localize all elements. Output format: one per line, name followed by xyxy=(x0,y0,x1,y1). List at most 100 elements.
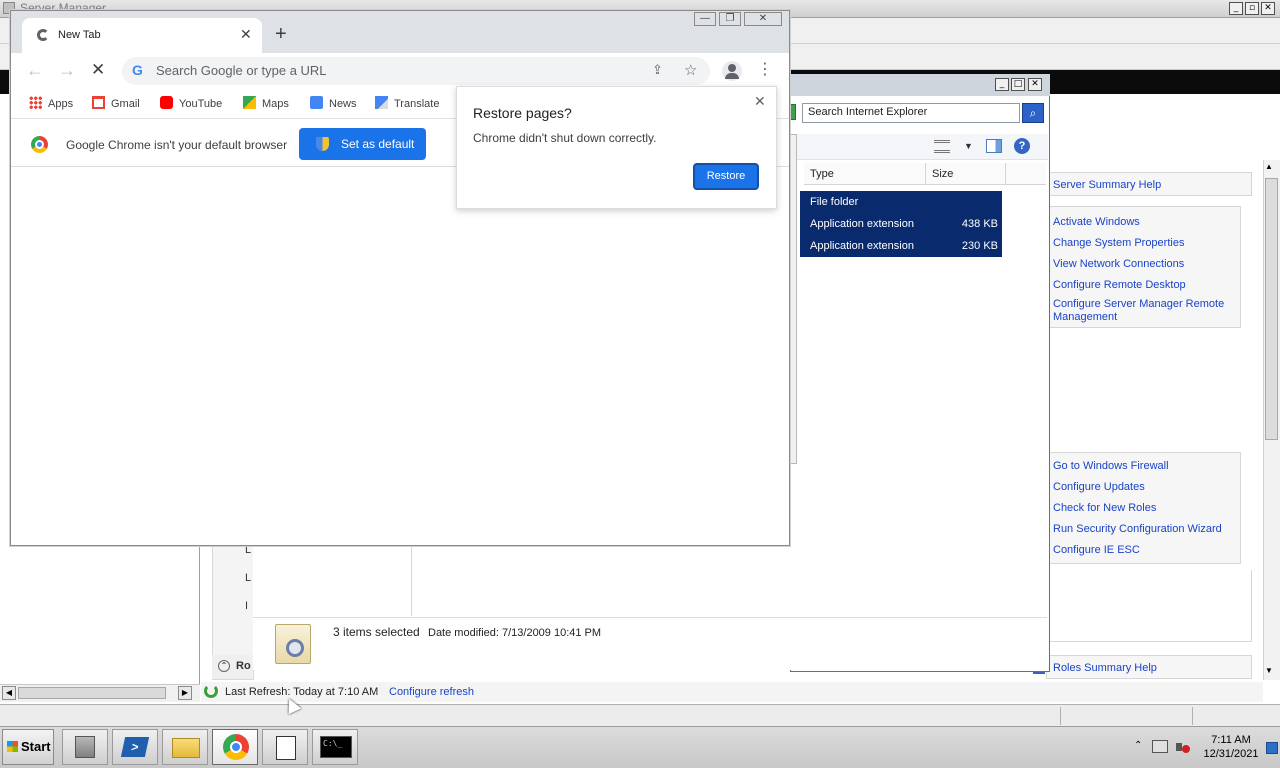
server-manager-statusbar xyxy=(0,704,1280,726)
bookmark-gmail[interactable]: Gmail xyxy=(92,96,140,110)
chrome-minimize-button[interactable]: — xyxy=(694,12,716,26)
close-window-button[interactable]: ✕ xyxy=(1261,2,1275,15)
chrome-close-button[interactable]: ✕ xyxy=(744,12,782,26)
scroll-up-icon[interactable]: ▲ xyxy=(1265,162,1273,171)
windows-firewall-link[interactable]: Go to Windows Firewall xyxy=(1053,460,1169,472)
roles-section-header[interactable]: ⌃ Ro xyxy=(212,655,252,679)
omnibox-placeholder: Search Google or type a URL xyxy=(156,63,327,78)
configure-updates-link[interactable]: Configure Updates xyxy=(1053,481,1145,493)
taskbar-chrome[interactable] xyxy=(212,729,258,765)
column-header-size[interactable]: Size xyxy=(926,163,1006,185)
scroll-down-icon[interactable]: ▼ xyxy=(1265,666,1273,675)
taskbar-cmd[interactable]: C:\_ xyxy=(312,729,358,765)
scroll-thumb[interactable] xyxy=(1265,178,1278,440)
youtube-icon xyxy=(160,96,173,109)
minimize-button[interactable]: _ xyxy=(1229,2,1243,15)
configure-remote-management-link[interactable]: Configure Server Manager Remote xyxy=(1053,298,1224,310)
chrome-icon xyxy=(223,734,249,760)
activate-windows-link[interactable]: Activate Windows xyxy=(1053,216,1140,228)
bookmark-news[interactable]: News xyxy=(310,96,357,110)
check-new-roles-link[interactable]: Check for New Roles xyxy=(1053,502,1156,514)
set-default-label: Set as default xyxy=(341,137,415,151)
configure-refresh-link[interactable]: Configure refresh xyxy=(389,686,474,698)
roles-section-label: Ro xyxy=(236,660,251,672)
folder-icon xyxy=(172,738,200,758)
google-g-icon: G xyxy=(132,62,143,78)
restore-title: Restore pages? xyxy=(473,105,572,121)
collapse-icon[interactable]: ⌃ xyxy=(218,660,230,672)
date-modified: Date modified: 7/13/2009 10:41 PM xyxy=(428,627,602,639)
restore-window-button[interactable]: ▫ xyxy=(1245,2,1259,15)
explorer-close-button[interactable]: ✕ xyxy=(1028,78,1042,91)
profile-avatar-icon[interactable] xyxy=(722,61,742,81)
explorer-search-input[interactable]: Search Internet Explorer xyxy=(802,103,1020,123)
kebab-menu-icon[interactable]: ⋮ xyxy=(757,60,773,80)
column-header-type[interactable]: Type xyxy=(804,163,926,185)
omnibox[interactable]: G Search Google or type a URL ⇪ ☆ xyxy=(122,57,710,85)
file-row[interactable]: File folder xyxy=(800,191,1002,213)
chevron-down-icon[interactable]: ▼ xyxy=(964,141,973,151)
chrome-restore-button[interactable]: ❐ xyxy=(719,12,741,26)
forward-arrow-icon[interactable]: → xyxy=(58,60,76,80)
scroll-left-button[interactable]: ◀ xyxy=(2,686,16,700)
network-icon[interactable] xyxy=(1152,740,1168,753)
taskbar-event-viewer[interactable] xyxy=(262,729,308,765)
system-clock[interactable]: 7:11 AM 12/31/2021 xyxy=(1196,733,1266,761)
file-type: File folder xyxy=(810,196,859,208)
windows-logo-icon xyxy=(7,741,18,752)
set-default-button[interactable]: Set as default xyxy=(299,128,426,160)
bookmark-star-icon[interactable]: ☆ xyxy=(684,61,697,79)
summary-panel-border xyxy=(1046,570,1252,642)
bookmark-translate[interactable]: Translate xyxy=(375,96,439,110)
show-desktop-icon[interactable] xyxy=(1266,742,1278,754)
restore-button[interactable]: Restore xyxy=(693,163,759,190)
change-system-properties-link[interactable]: Change System Properties xyxy=(1053,237,1184,249)
file-row[interactable]: Application extension 438 KB xyxy=(800,213,1002,235)
server-summary-help-link[interactable]: Server Summary Help xyxy=(1053,179,1161,191)
tab-title: New Tab xyxy=(58,29,101,41)
powershell-icon: > xyxy=(120,737,150,757)
bookmark-apps[interactable]: Apps xyxy=(29,96,73,110)
configure-remote-desktop-link[interactable]: Configure Remote Desktop xyxy=(1053,279,1186,291)
clock-time: 7:11 AM xyxy=(1211,734,1251,746)
news-icon xyxy=(310,96,323,109)
security-wizard-link[interactable]: Run Security Configuration Wizard xyxy=(1053,523,1222,535)
scroll-right-button[interactable]: ▶ xyxy=(178,686,192,700)
taskbar-explorer[interactable] xyxy=(162,729,208,765)
clock-date: 12/31/2021 xyxy=(1203,748,1259,760)
start-button[interactable]: Start xyxy=(2,729,54,765)
roles-summary-help-link[interactable]: Roles Summary Help xyxy=(1053,662,1157,674)
configure-ie-esc-link[interactable]: Configure IE ESC xyxy=(1053,544,1140,556)
cmd-icon: C:\_ xyxy=(320,736,352,758)
file-size: 230 KB xyxy=(961,240,998,252)
tree-horizontal-scrollbar[interactable]: ◀ ▶ xyxy=(0,684,200,702)
view-network-connections-link[interactable]: View Network Connections xyxy=(1053,258,1184,270)
taskbar-server-manager[interactable] xyxy=(62,729,108,765)
show-hidden-icons-icon[interactable]: ⌃ xyxy=(1134,740,1142,751)
tree-letter: L xyxy=(245,572,252,584)
search-icon[interactable]: ⌕ xyxy=(1022,103,1044,123)
close-bubble-icon[interactable]: ✕ xyxy=(754,93,766,110)
taskbar-powershell[interactable]: > xyxy=(112,729,158,765)
close-tab-icon[interactable]: ✕ xyxy=(240,26,252,43)
bookmark-maps[interactable]: Maps xyxy=(243,96,289,110)
tab-new-tab[interactable]: New Tab ✕ xyxy=(22,18,262,53)
configure-remote-management-link-cont[interactable]: Management xyxy=(1053,311,1117,323)
chrome-logo-icon xyxy=(31,136,48,153)
volume-muted-icon[interactable] xyxy=(1176,740,1190,754)
scroll-thumb[interactable] xyxy=(18,687,166,699)
explorer-minimize-button[interactable]: _ xyxy=(995,78,1009,91)
document-icon xyxy=(276,736,296,760)
back-arrow-icon[interactable]: ← xyxy=(26,60,44,80)
help-icon[interactable]: ? xyxy=(1014,138,1030,154)
selection-count: 3 items selected xyxy=(333,625,420,639)
explorer-maximize-button[interactable]: □ xyxy=(1011,78,1025,91)
file-size: 438 KB xyxy=(961,218,998,230)
file-row[interactable]: Application extension 230 KB xyxy=(800,235,1002,257)
views-icon[interactable] xyxy=(934,140,950,153)
new-tab-plus-icon[interactable]: + xyxy=(275,24,287,44)
share-icon[interactable]: ⇪ xyxy=(652,62,663,78)
bookmark-youtube[interactable]: YouTube xyxy=(160,96,222,110)
preview-pane-icon[interactable] xyxy=(986,139,1002,153)
stop-loading-icon[interactable]: ✕ xyxy=(91,60,105,80)
